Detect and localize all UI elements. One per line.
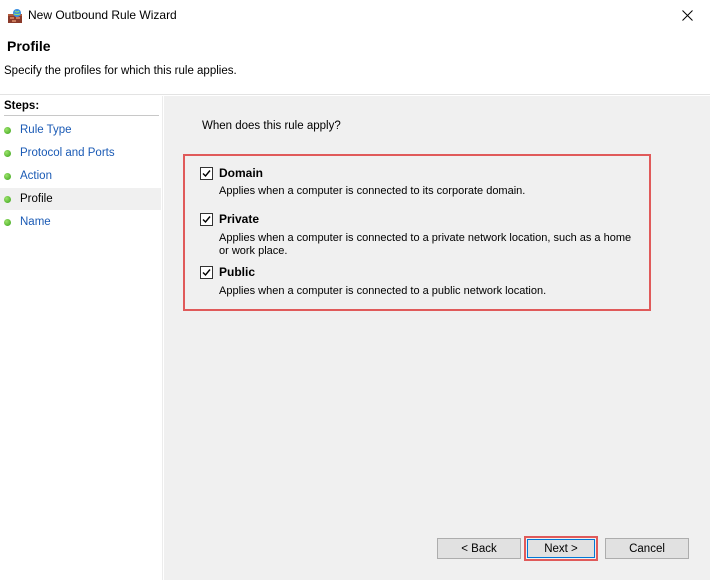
wizard-header: Profile Specify the profiles for which t…: [0, 32, 710, 95]
question-text: When does this rule apply?: [202, 120, 341, 132]
step-label: Profile: [20, 193, 53, 205]
next-button[interactable]: Next >: [527, 539, 595, 558]
domain-option[interactable]: Domain: [200, 166, 263, 180]
checkmark-icon: [202, 268, 211, 276]
page-subtitle: Specify the profiles for which this rule…: [4, 65, 237, 77]
step-label: Rule Type: [20, 124, 72, 136]
checkmark-icon: [202, 215, 211, 223]
page-title: Profile: [7, 38, 51, 54]
profile-options-group: Domain Applies when a computer is connec…: [183, 154, 651, 311]
close-icon: [681, 10, 693, 21]
close-button[interactable]: [664, 0, 710, 31]
step-status-icon: [4, 172, 11, 180]
private-checkbox[interactable]: [200, 212, 213, 226]
steps-sidebar: Steps: Rule Type Protocol and Ports Acti…: [0, 96, 163, 580]
step-status-icon: [4, 149, 11, 157]
private-label: Private: [219, 212, 260, 226]
step-status-icon: [4, 195, 11, 203]
checkmark-icon: [202, 169, 211, 177]
step-name[interactable]: Name: [0, 211, 161, 233]
public-checkbox[interactable]: [200, 265, 213, 279]
cancel-button[interactable]: Cancel: [605, 538, 689, 559]
step-rule-type[interactable]: Rule Type: [0, 119, 161, 141]
step-profile[interactable]: Profile: [0, 188, 161, 210]
next-button-highlight: Next >: [524, 536, 598, 561]
public-description: Applies when a computer is connected to …: [219, 285, 547, 297]
step-status-icon: [4, 126, 11, 134]
domain-description: Applies when a computer is connected to …: [219, 185, 526, 197]
step-label: Protocol and Ports: [20, 147, 115, 159]
title-bar: New Outbound Rule Wizard: [0, 0, 710, 32]
step-label: Name: [20, 216, 51, 228]
back-button[interactable]: < Back: [437, 538, 521, 559]
domain-checkbox[interactable]: [200, 166, 213, 180]
step-action[interactable]: Action: [0, 165, 161, 187]
step-status-icon: [4, 218, 11, 226]
steps-label: Steps:: [4, 100, 159, 116]
private-description: Applies when a computer is connected to …: [219, 232, 632, 257]
firewall-wizard-icon: [8, 9, 22, 23]
public-label: Public: [219, 265, 256, 279]
step-label: Action: [20, 170, 52, 182]
domain-label: Domain: [219, 166, 264, 180]
step-protocol-and-ports[interactable]: Protocol and Ports: [0, 142, 161, 164]
private-option[interactable]: Private: [200, 212, 259, 226]
public-option[interactable]: Public: [200, 265, 255, 279]
main-panel: When does this rule apply? Domain Applie…: [164, 96, 710, 580]
window-title: New Outbound Rule Wizard: [28, 8, 177, 22]
